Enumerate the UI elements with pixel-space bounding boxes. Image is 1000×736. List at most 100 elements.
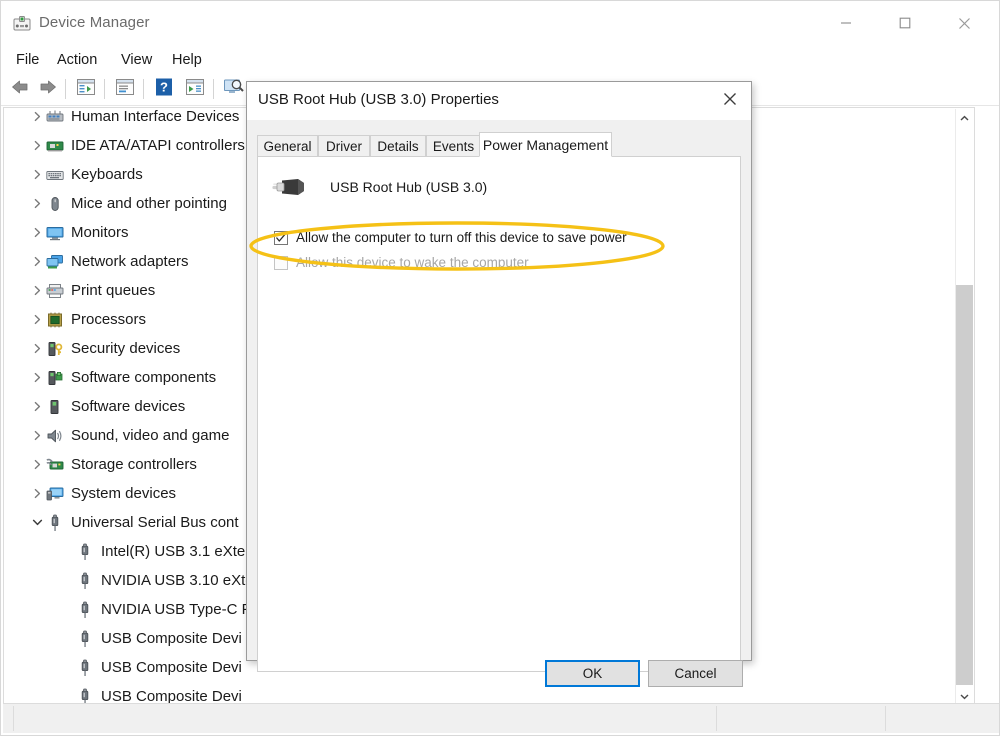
chevron-right-icon[interactable]: [30, 276, 45, 305]
tree-item[interactable]: Security devices: [4, 334, 180, 363]
chevron-right-icon[interactable]: [30, 131, 45, 160]
power-management-panel: USB Root Hub (USB 3.0) Allow the compute…: [257, 156, 741, 672]
checkbox-unchecked-box: [274, 256, 288, 270]
tree-item[interactable]: USB Composite Devi: [4, 624, 242, 653]
chevron-right-icon[interactable]: [30, 189, 45, 218]
chevron-down-icon[interactable]: [30, 508, 45, 537]
chevron-right-icon[interactable]: [30, 334, 45, 363]
tree-item[interactable]: IDE ATA/ATAPI controllers: [4, 131, 245, 160]
chevron-up-icon: [960, 109, 969, 127]
tree-item-label: Network adapters: [71, 253, 189, 270]
chevron-right-icon[interactable]: [30, 247, 45, 276]
minimize-icon: [840, 17, 852, 29]
tab-general[interactable]: General: [257, 135, 318, 156]
allow-wake-computer-label: Allow this device to wake the computer: [296, 255, 529, 270]
chevron-right-icon[interactable]: [30, 392, 45, 421]
tree-item-label: Mice and other pointing: [71, 195, 227, 212]
update-driver-button[interactable]: [112, 77, 138, 101]
tree-item[interactable]: Software components: [4, 363, 216, 392]
scroll-up-button[interactable]: [956, 109, 973, 126]
allow-turn-off-device-checkbox[interactable]: Allow the computer to turn off this devi…: [274, 229, 627, 246]
back-button[interactable]: [7, 77, 33, 101]
device-name-label: USB Root Hub (USB 3.0): [330, 179, 488, 195]
cancel-button-label: Cancel: [674, 666, 717, 681]
close-button[interactable]: [941, 1, 987, 45]
tree-item-label: Monitors: [71, 224, 129, 241]
chevron-right-icon[interactable]: [30, 108, 45, 131]
scan-hardware-button[interactable]: [182, 77, 208, 101]
tree-item[interactable]: Mice and other pointing: [4, 189, 227, 218]
toolbar-separator: [104, 79, 105, 99]
tree-item[interactable]: USB Composite Devi: [4, 682, 242, 703]
printer-icon: [45, 281, 65, 301]
tree-item[interactable]: Human Interface Devices: [4, 108, 239, 131]
device-manager-window: Device Manager File Action View Help ? H…: [0, 0, 1000, 736]
minimize-button[interactable]: [823, 1, 869, 45]
maximize-button[interactable]: [882, 1, 928, 45]
usb-plug-icon: [266, 171, 314, 203]
tree-item-label: NVIDIA USB 3.10 eXte: [101, 572, 254, 589]
tree-item-label: Print queues: [71, 282, 156, 299]
keyboard-icon: [45, 165, 65, 185]
tree-item[interactable]: NVIDIA USB 3.10 eXte: [4, 566, 254, 595]
dialog-title: USB Root Hub (USB 3.0) Properties: [258, 91, 499, 108]
back-arrow-icon: [10, 79, 30, 100]
tree-item[interactable]: Print queues: [4, 276, 155, 305]
maximize-icon: [899, 17, 911, 29]
menu-help[interactable]: Help: [167, 49, 207, 70]
scroll-down-button[interactable]: [956, 687, 973, 704]
driver-update-icon: [115, 78, 135, 101]
scrollbar-thumb[interactable]: [956, 285, 973, 685]
menu-file[interactable]: File: [11, 49, 44, 70]
tree-item[interactable]: Universal Serial Bus cont: [4, 508, 239, 537]
tree-item[interactable]: NVIDIA USB Type-C F: [4, 595, 251, 624]
network-adapter-icon: [45, 252, 65, 272]
tree-item[interactable]: Processors: [4, 305, 146, 334]
scan-panel-icon: [185, 78, 205, 101]
tree-item[interactable]: Monitors: [4, 218, 129, 247]
tab-power-management-label: Power Management: [482, 136, 609, 153]
chevron-right-icon[interactable]: [30, 479, 45, 508]
chevron-right-icon[interactable]: [30, 305, 45, 334]
toolbar-separator: [143, 79, 144, 99]
status-cell-secondary: [716, 706, 886, 731]
forward-arrow-icon: [38, 79, 58, 100]
dialog-tabstrip: General Driver Details Events Power Mana…: [257, 132, 741, 157]
usb-icon: [75, 542, 95, 562]
chevron-right-icon[interactable]: [30, 363, 45, 392]
tree-item[interactable]: Sound, video and game: [4, 421, 229, 450]
chevron-right-icon[interactable]: [30, 421, 45, 450]
tree-item-label: IDE ATA/ATAPI controllers: [71, 137, 245, 154]
close-icon: [958, 17, 971, 30]
question-mark-icon: ?: [155, 78, 173, 101]
tree-item[interactable]: Keyboards: [4, 160, 143, 189]
menu-action[interactable]: Action: [52, 49, 102, 70]
tree-item[interactable]: Network adapters: [4, 247, 189, 276]
menu-action-label: Action: [57, 51, 98, 68]
tree-item[interactable]: System devices: [4, 479, 176, 508]
tree-item[interactable]: USB Composite Devi: [4, 653, 242, 682]
chevron-right-icon[interactable]: [30, 218, 45, 247]
show-hidden-devices-button[interactable]: [221, 77, 247, 101]
ide-controller-icon: [45, 136, 65, 156]
menu-view[interactable]: View: [116, 49, 157, 70]
help-button[interactable]: ?: [151, 77, 177, 101]
tree-item[interactable]: Storage controllers: [4, 450, 197, 479]
chevron-right-icon[interactable]: [30, 160, 45, 189]
tab-driver[interactable]: Driver: [318, 135, 370, 156]
forward-button[interactable]: [35, 77, 61, 101]
tree-vertical-scrollbar[interactable]: [955, 109, 973, 704]
usb-icon: [75, 658, 95, 678]
ok-button[interactable]: OK: [545, 660, 640, 687]
properties-button[interactable]: [73, 77, 99, 101]
tab-details[interactable]: Details: [370, 135, 426, 156]
tab-events[interactable]: Events: [426, 135, 481, 156]
tab-power-management[interactable]: Power Management: [479, 132, 612, 157]
tree-item[interactable]: Software devices: [4, 392, 185, 421]
dialog-close-button[interactable]: [709, 82, 751, 120]
chevron-right-icon[interactable]: [30, 450, 45, 479]
tree-item[interactable]: Intel(R) USB 3.1 eXter: [4, 537, 250, 566]
cancel-button[interactable]: Cancel: [648, 660, 743, 687]
